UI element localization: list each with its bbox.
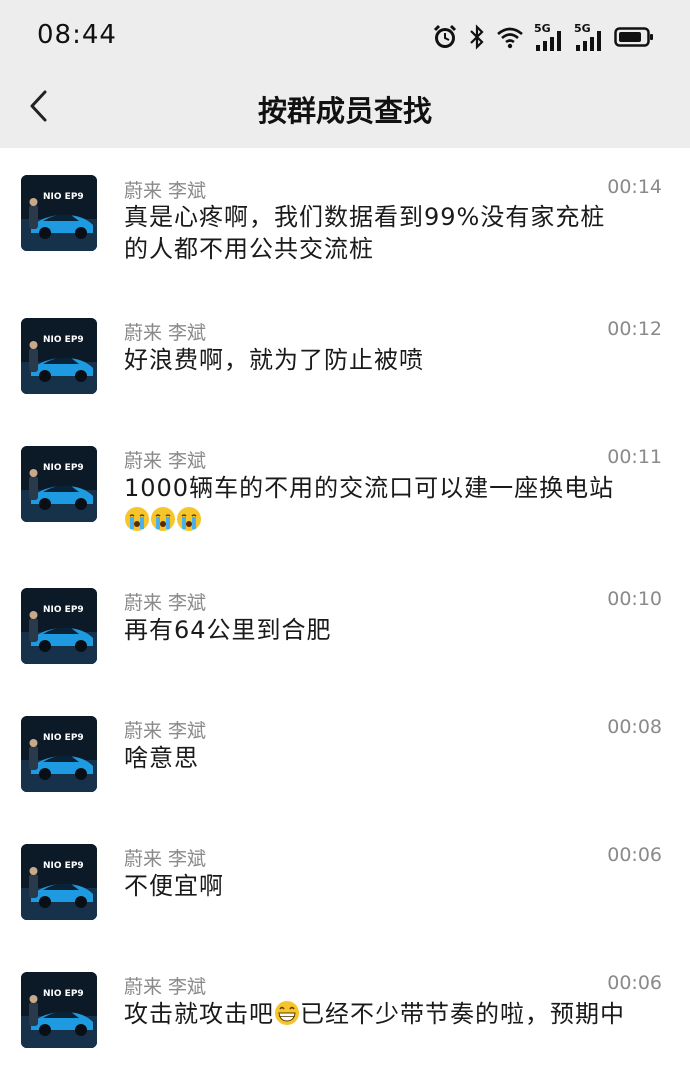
nav-bar: 按群成员查找: [0, 76, 690, 148]
sender-name: 蔚来 李斌: [124, 848, 207, 870]
status-icons: 5G 5G: [432, 22, 654, 54]
signal-5g-icon: 5G: [574, 22, 604, 53]
message-time: 00:08: [607, 716, 662, 738]
message-text: 好浪费啊，就为了防止被喷: [124, 344, 662, 376]
signal-5g-icon: 5G: [534, 22, 564, 53]
alarm-icon: [432, 24, 458, 54]
bluetooth-icon: [468, 24, 486, 54]
avatar[interactable]: [21, 318, 97, 394]
message-text: 攻击就攻击吧 已经不少带节奏的啦，预期中: [124, 998, 662, 1030]
sender-name: 蔚来 李斌: [124, 450, 207, 472]
top-bar: 08:44 5G 5G 按群成员查找: [0, 0, 690, 148]
message-line: 1000辆车的不用的交流口可以建一座换电站: [124, 474, 615, 502]
grinning-face-icon: [274, 1000, 300, 1026]
avatar[interactable]: [21, 175, 97, 251]
message-line: 好浪费啊，就为了防止被喷: [124, 346, 424, 374]
sender-name: 蔚来 李斌: [124, 322, 207, 344]
message-time: 00:12: [607, 318, 662, 340]
sender-name: 蔚来 李斌: [124, 976, 207, 998]
sender-name: 蔚来 李斌: [124, 592, 207, 614]
message-time: 00:06: [607, 972, 662, 994]
avatar[interactable]: [21, 446, 97, 522]
message-text: 不便宜啊: [124, 870, 662, 902]
crying-face-icon: [124, 506, 150, 532]
sender-name: 蔚来 李斌: [124, 180, 207, 202]
wifi-icon: [496, 25, 524, 53]
avatar[interactable]: [21, 588, 97, 664]
battery-icon: [614, 25, 654, 53]
status-time: 08:44: [37, 20, 117, 50]
message-line: 的人都不用公共交流桩: [124, 235, 374, 263]
status-bar: 08:44 5G 5G: [0, 0, 690, 76]
avatar[interactable]: [21, 972, 97, 1048]
message-time: 00:14: [607, 176, 662, 198]
message-line: 再有64公里到合肥: [124, 616, 332, 644]
avatar[interactable]: [21, 716, 97, 792]
message-time: 00:11: [607, 446, 662, 468]
message-time: 00:10: [607, 588, 662, 610]
message-line: 啥意思: [124, 744, 199, 772]
message-text: 啥意思: [124, 742, 662, 774]
avatar[interactable]: [21, 844, 97, 920]
message-text: 1000辆车的不用的交流口可以建一座换电站: [124, 472, 662, 538]
message-line: 真是心疼啊，我们数据看到99%没有家充桩: [124, 203, 606, 231]
network-label: 5G: [534, 22, 551, 35]
message-line: 不便宜啊: [124, 872, 224, 900]
message-line: 攻击就攻击吧: [124, 1000, 274, 1028]
message-text: 再有64公里到合肥: [124, 614, 662, 646]
message-line: 已经不少带节奏的啦，预期中: [300, 1000, 625, 1028]
emoji-row: [124, 504, 662, 538]
sender-name: 蔚来 李斌: [124, 720, 207, 742]
message-time: 00:06: [607, 844, 662, 866]
page-title: 按群成员查找: [257, 94, 432, 128]
crying-face-icon: [176, 506, 202, 532]
message-text: 真是心疼啊，我们数据看到99%没有家充桩 的人都不用公共交流桩: [124, 201, 662, 265]
network-label: 5G: [574, 22, 591, 35]
crying-face-icon: [150, 506, 176, 532]
